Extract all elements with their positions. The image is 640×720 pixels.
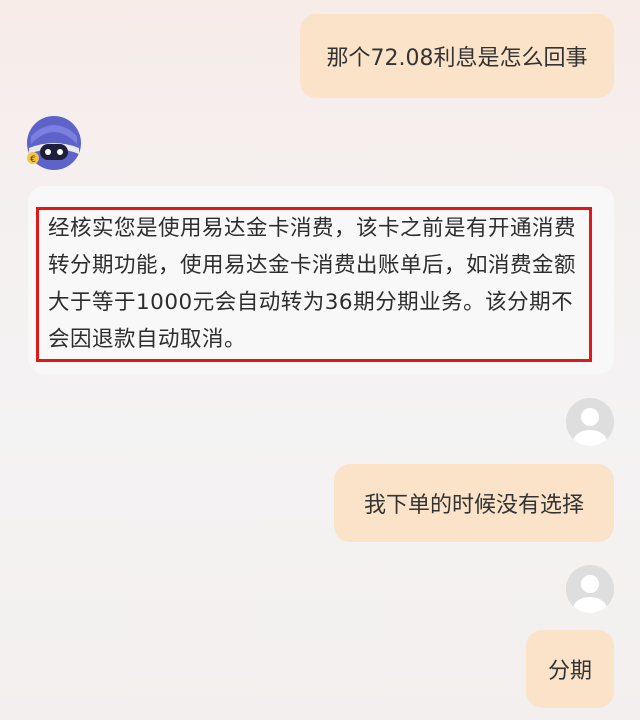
user-message-bubble[interactable]: 那个72.08利息是怎么回事 [300, 14, 614, 98]
message-text: 经核实您是使用易达金卡消费，该卡之前是有开通消费转分期功能，使用易达金卡消费出账… [48, 216, 577, 352]
message-text: 分期 [547, 659, 592, 684]
svg-text:€: € [30, 155, 36, 165]
message-text: 我下单的时候没有选择 [363, 493, 584, 518]
user-avatar-icon [566, 398, 614, 446]
user-message-bubble[interactable]: 分期 [526, 630, 614, 708]
user-message-bubble[interactable]: 我下单的时候没有选择 [334, 464, 614, 542]
message-text: 那个72.08利息是怎么回事 [326, 46, 588, 71]
robot-avatar-icon: € [25, 114, 83, 172]
user-avatar-icon [566, 565, 614, 613]
